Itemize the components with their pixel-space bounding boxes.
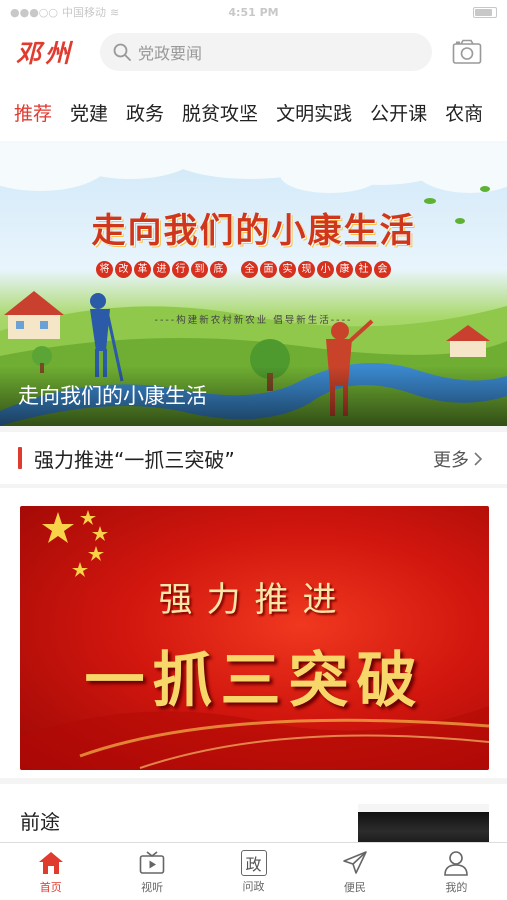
search-icon (113, 43, 131, 61)
nav-label: 我的 (445, 880, 468, 894)
zheng-icon: 政 (240, 849, 267, 876)
hero-banner[interactable]: 走向我们的小康生活 将 改 革 进 行 到 底 全 面 实 现 小 康 社 会 … (0, 141, 507, 426)
nav-services[interactable]: 便民 (304, 843, 405, 900)
signal-icon: ●●●○○ (10, 5, 58, 19)
carrier-label: 中国移动 (62, 6, 106, 19)
nav-label: 问政 (242, 879, 265, 893)
battery-icon (473, 7, 497, 18)
ribbon-char: 实 (279, 261, 296, 278)
ribbon-char: 会 (374, 261, 391, 278)
nav-label: 视听 (141, 880, 164, 894)
tab-civilization[interactable]: 文明实践 (267, 99, 361, 126)
section-divider (0, 484, 507, 488)
app-header: 邓州 党政要闻 (0, 24, 507, 80)
hero-caption: 走向我们的小康生活 (18, 384, 207, 408)
ribbon-gap (229, 261, 239, 278)
chevron-right-icon (474, 452, 483, 466)
hero-subtitle: ----构建新农村新农业 倡导新生活---- (154, 315, 353, 326)
bottom-nav: 首页 视听 政 问政 便民 我的 (0, 842, 507, 900)
tab-recommend[interactable]: 推荐 (0, 99, 61, 126)
ribbon-char: 将 (96, 261, 113, 278)
send-icon (341, 849, 369, 877)
ribbon-char: 社 (355, 261, 372, 278)
promo-banner[interactable]: 强力推进 一抓三突破 (20, 506, 489, 770)
hero-ribbon: 将 改 革 进 行 到 底 全 面 实 现 小 康 社 会 (96, 261, 391, 278)
status-time: 4:51 PM (228, 5, 279, 19)
news-title: 前途 (20, 810, 60, 834)
carrier-info: ●●●○○ 中国移动 ≋ (10, 4, 119, 20)
ribbon-char: 全 (241, 261, 258, 278)
news-thumbnail (358, 804, 489, 844)
home-icon (37, 849, 65, 877)
nav-label: 首页 (39, 880, 62, 894)
section-title: 强力推进“一抓三突破” (34, 447, 235, 472)
nav-profile[interactable]: 我的 (406, 843, 507, 900)
tab-government[interactable]: 政务 (117, 99, 173, 126)
ribbon-char: 改 (115, 261, 132, 278)
nav-video[interactable]: 视听 (101, 843, 202, 900)
app-screen: ●●●○○ 中国移动 ≋ 4:51 PM 邓州 党政要闻 推荐 党建 政务 脱贫… (0, 0, 507, 900)
tab-agri-commerce[interactable]: 农商 (436, 99, 492, 126)
wifi-icon: ≋ (110, 5, 120, 19)
nav-inquiry[interactable]: 政 问政 (203, 843, 304, 900)
tab-open-class[interactable]: 公开课 (361, 99, 436, 126)
ribbon-char: 康 (336, 261, 353, 278)
ribbon-char: 底 (210, 261, 227, 278)
ribbon-char: 进 (153, 261, 170, 278)
section-divider (0, 778, 507, 784)
tab-poverty[interactable]: 脱贫攻坚 (173, 99, 267, 126)
ribbon-char: 现 (298, 261, 315, 278)
section-accent-bar (18, 447, 22, 469)
hero-title: 走向我们的小康生活 (91, 211, 416, 251)
more-link[interactable]: 更多 (433, 446, 483, 472)
nav-home[interactable]: 首页 (0, 843, 101, 900)
promo-line2: 一抓三突破 (84, 646, 425, 716)
more-label: 更多 (433, 450, 469, 471)
ribbon-char: 革 (134, 261, 151, 278)
ribbon-char: 到 (191, 261, 208, 278)
search-bar[interactable]: 党政要闻 (100, 33, 432, 71)
news-list-item[interactable]: 前途 (0, 790, 507, 844)
user-icon (442, 849, 470, 877)
tab-party-building[interactable]: 党建 (61, 99, 117, 126)
app-logo: 邓州 (16, 39, 75, 68)
search-placeholder: 党政要闻 (138, 44, 203, 63)
status-bar: ●●●○○ 中国移动 ≋ 4:51 PM (0, 0, 507, 24)
category-tabs: 推荐 党建 政务 脱贫攻坚 文明实践 公开课 农商 (0, 90, 507, 134)
section-header: 强力推进“一抓三突破” 更多 (0, 436, 507, 480)
ribbon-char: 小 (317, 261, 334, 278)
nav-label: 便民 (343, 880, 366, 894)
promo-line1: 强力推进 (158, 580, 351, 620)
camera-icon[interactable] (452, 39, 482, 65)
ribbon-char: 行 (172, 261, 189, 278)
ribbon-char: 面 (260, 261, 277, 278)
section-divider (0, 426, 507, 432)
zheng-glyph: 政 (245, 854, 262, 874)
tv-icon (138, 849, 166, 877)
